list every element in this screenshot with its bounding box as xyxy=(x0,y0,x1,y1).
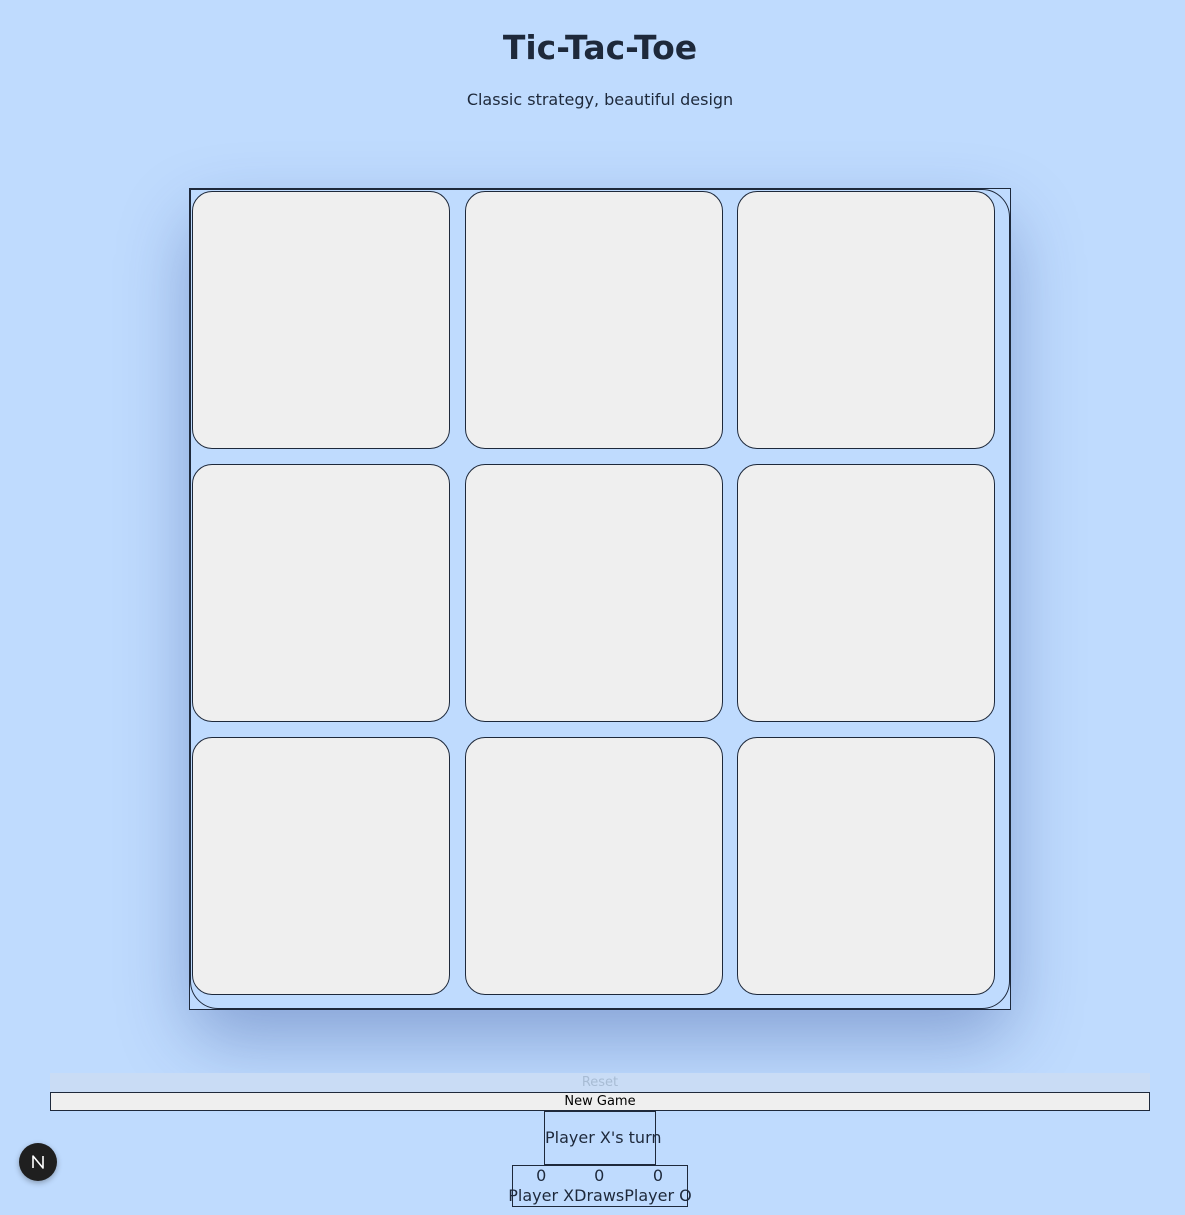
board-cell-7[interactable] xyxy=(465,737,723,995)
board-cell-6[interactable] xyxy=(192,737,450,995)
board-cell-1[interactable] xyxy=(465,191,723,449)
page-title: Tic-Tac-Toe xyxy=(502,28,698,67)
score-value: 0 xyxy=(594,1166,605,1185)
score-label: Player X xyxy=(508,1186,575,1205)
score-value: 0 xyxy=(536,1166,547,1185)
score-label: Draws xyxy=(574,1186,625,1205)
score-player-o: 0 Player O xyxy=(624,1166,691,1206)
scoreboard: 0 Player X 0 Draws 0 Player O xyxy=(508,1165,692,1207)
score-label: Player O xyxy=(624,1186,692,1205)
n-glyph-icon xyxy=(32,1155,44,1169)
board-cell-2[interactable] xyxy=(737,191,995,449)
next-logo-icon[interactable] xyxy=(19,1143,57,1181)
turn-status: Player X's turn xyxy=(544,1111,662,1165)
board-cell-5[interactable] xyxy=(737,464,995,722)
board-cell-8[interactable] xyxy=(737,737,995,995)
board-cell-3[interactable] xyxy=(192,464,450,722)
reset-button[interactable]: Reset xyxy=(50,1073,1150,1092)
new-game-button[interactable]: New Game xyxy=(50,1092,1150,1111)
board-cell-0[interactable] xyxy=(192,191,450,449)
score-player-x: 0 Player X xyxy=(508,1166,574,1206)
score-draws: 0 Draws xyxy=(574,1166,624,1206)
score-value: 0 xyxy=(652,1166,664,1185)
page-subtitle: Classic strategy, beautiful design xyxy=(466,90,734,109)
game-board xyxy=(189,188,1011,1010)
board-cell-4[interactable] xyxy=(465,464,723,722)
